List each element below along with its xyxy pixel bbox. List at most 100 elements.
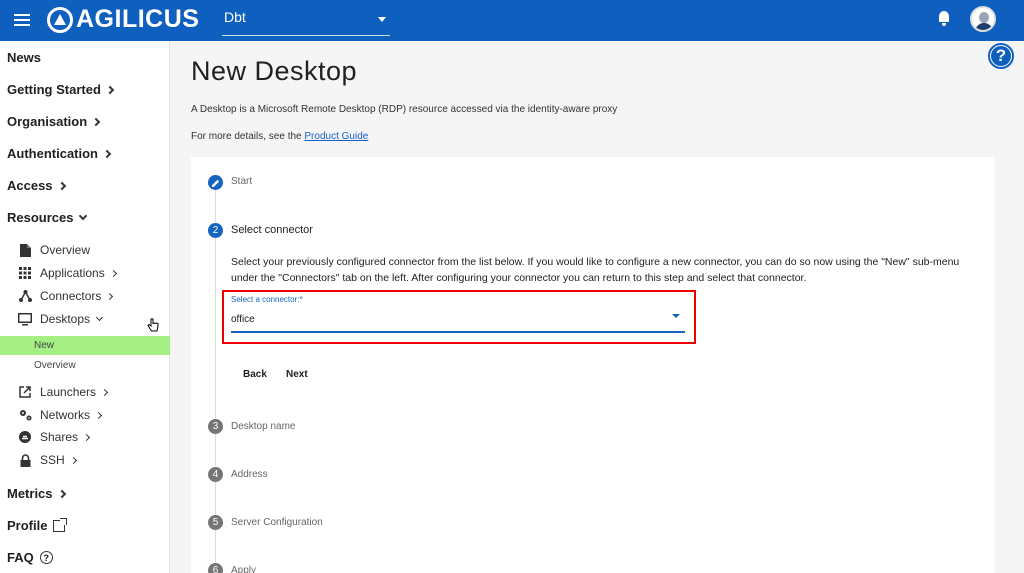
connector-icon bbox=[18, 289, 32, 303]
chevron-down-icon bbox=[79, 211, 88, 221]
sidebar-item-launchers[interactable]: Launchers bbox=[18, 385, 109, 399]
step-label-apply[interactable]: Apply bbox=[231, 565, 256, 573]
step-number-3: 3 bbox=[208, 419, 223, 434]
bell-icon[interactable] bbox=[938, 10, 950, 26]
external-link-icon bbox=[53, 517, 68, 532]
chevron-right-icon bbox=[105, 85, 115, 94]
document-icon bbox=[18, 243, 32, 257]
top-app-bar: AGILICUS Dbt bbox=[0, 0, 1024, 41]
sidebar-item-profile[interactable]: Profile bbox=[7, 517, 68, 533]
step-label-address[interactable]: Address bbox=[231, 469, 268, 480]
sidebar-item-label: SSH bbox=[40, 453, 65, 467]
hand-cursor-icon bbox=[147, 318, 159, 335]
gears-icon bbox=[18, 408, 32, 422]
sidebar-item-authentication[interactable]: Authentication bbox=[7, 146, 112, 161]
chevron-right-icon bbox=[82, 433, 91, 441]
sidebar-item-metrics[interactable]: Metrics bbox=[7, 486, 66, 501]
sidebar-item-label: Profile bbox=[7, 518, 48, 533]
active-nav-highlight bbox=[0, 336, 170, 355]
sidebar-item-label: Metrics bbox=[7, 486, 53, 501]
sidebar-item-label: Connectors bbox=[40, 289, 102, 303]
sidebar-item-shares[interactable]: Shares bbox=[18, 430, 91, 444]
lock-icon bbox=[18, 453, 32, 467]
avatar[interactable] bbox=[970, 6, 996, 32]
step-connector-line bbox=[215, 190, 216, 222]
step-number-2: 2 bbox=[208, 223, 223, 238]
apps-grid-icon bbox=[18, 266, 32, 280]
step-connector-line bbox=[215, 482, 216, 514]
logo-text: AGILICUS bbox=[76, 5, 200, 33]
product-guide-prefix: For more details, see the bbox=[191, 131, 302, 142]
sidebar-item-label: Access bbox=[7, 178, 53, 193]
chevron-right-icon bbox=[91, 117, 101, 126]
sidebar-item-desktops[interactable]: Desktops bbox=[18, 312, 104, 326]
sidebar-item-overview[interactable]: Overview bbox=[18, 243, 90, 257]
organisation-select-value: Dbt bbox=[224, 9, 246, 25]
help-circle-icon: ? bbox=[39, 551, 53, 564]
step-number-5: 5 bbox=[208, 515, 223, 530]
sidebar-item-connectors[interactable]: Connectors bbox=[18, 289, 114, 303]
sidebar-item-applications[interactable]: Applications bbox=[18, 266, 117, 280]
sidebar-item-ssh[interactable]: SSH bbox=[18, 453, 77, 467]
product-guide-link[interactable]: Product Guide bbox=[304, 131, 368, 142]
next-button[interactable]: Next bbox=[286, 369, 308, 380]
caret-down-icon bbox=[672, 314, 680, 318]
sidebar-item-desktops-overview[interactable]: Overview bbox=[34, 360, 76, 371]
step-instructions: Select your previously configured connec… bbox=[231, 256, 960, 284]
connector-select-label: Select a connector:* bbox=[231, 295, 303, 304]
chevron-right-icon bbox=[57, 489, 66, 498]
step-number-6: 6 bbox=[208, 563, 223, 573]
sidebar-item-label: Desktops bbox=[40, 312, 91, 326]
organisation-select[interactable]: Dbt bbox=[222, 6, 390, 36]
page-title: New Desktop bbox=[191, 56, 358, 86]
logo-mark-icon bbox=[47, 6, 73, 33]
sidebar-item-label: Shares bbox=[40, 430, 79, 444]
menu-icon[interactable] bbox=[14, 11, 30, 29]
page-description: A Desktop is a Microsoft Remote Desktop … bbox=[191, 104, 618, 115]
help-button[interactable]: ? bbox=[988, 43, 1014, 69]
chevron-right-icon bbox=[109, 269, 117, 277]
share-circle-icon bbox=[18, 430, 32, 444]
sidebar-item-label: Overview bbox=[40, 243, 91, 257]
chevron-right-icon bbox=[57, 181, 66, 190]
sidebar-item-access[interactable]: Access bbox=[7, 178, 66, 193]
step-label-server-configuration[interactable]: Server Configuration bbox=[231, 517, 323, 528]
launch-icon bbox=[18, 385, 32, 399]
sidebar-item-label: Authentication bbox=[7, 146, 98, 161]
sidebar-item-desktops-new[interactable]: New bbox=[34, 340, 54, 351]
sidebar-item-label: Getting Started bbox=[7, 82, 101, 97]
sidebar-item-news[interactable]: News bbox=[7, 50, 41, 65]
sidebar-item-resources[interactable]: Resources bbox=[7, 210, 88, 225]
edit-icon[interactable] bbox=[208, 175, 223, 190]
logo[interactable]: AGILICUS bbox=[47, 5, 199, 34]
chevron-right-icon bbox=[101, 388, 109, 396]
stepper-card bbox=[191, 157, 995, 573]
monitor-icon bbox=[18, 312, 32, 326]
step-label-start[interactable]: Start bbox=[231, 176, 252, 187]
connector-select-underline bbox=[231, 331, 685, 333]
sidebar-item-label: News bbox=[7, 50, 41, 65]
sidebar-item-label: Networks bbox=[40, 408, 91, 422]
sidebar-item-label: Launchers bbox=[40, 385, 97, 399]
caret-down-icon bbox=[378, 17, 386, 22]
chevron-right-icon bbox=[69, 456, 77, 464]
help-icon: ? bbox=[995, 46, 1007, 65]
back-button[interactable]: Back bbox=[243, 369, 267, 380]
sidebar-item-label: Resources bbox=[7, 210, 74, 225]
sidebar-item-label: Applications bbox=[40, 266, 105, 280]
step-connector-line bbox=[215, 238, 216, 418]
chevron-right-icon bbox=[102, 149, 112, 158]
connector-select-value: office bbox=[231, 314, 255, 325]
step-label-select-connector[interactable]: Select connector bbox=[231, 224, 313, 236]
step-label-desktop-name[interactable]: Desktop name bbox=[231, 421, 295, 432]
sidebar-item-getting-started[interactable]: Getting Started bbox=[7, 82, 115, 97]
sidebar-item-networks[interactable]: Networks bbox=[18, 408, 103, 422]
sidebar-item-organisation[interactable]: Organisation bbox=[7, 114, 101, 129]
sidebar-item-label: FAQ bbox=[7, 550, 34, 565]
sidebar-item-faq[interactable]: FAQ? bbox=[7, 550, 53, 565]
step-number-4: 4 bbox=[208, 467, 223, 482]
sidebar-item-label: Organisation bbox=[7, 114, 88, 129]
step-connector-line bbox=[215, 530, 216, 562]
product-guide-line: For more details, see the Product Guide bbox=[191, 131, 368, 142]
step-connector-line bbox=[215, 434, 216, 466]
